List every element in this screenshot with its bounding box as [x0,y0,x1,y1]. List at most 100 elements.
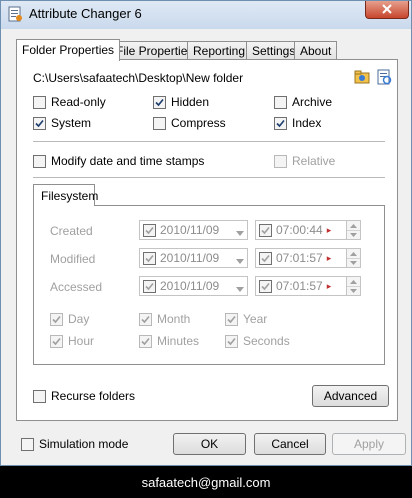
accessed-time-checkbox[interactable] [259,279,272,293]
tab-file-properties[interactable]: File Properties [110,41,200,60]
accessed-time-value: 07:01:57 [276,279,323,293]
accessed-date-checkbox[interactable] [143,279,156,293]
tab-about[interactable]: About [294,41,338,60]
modified-date-checkbox[interactable] [143,251,156,265]
system-label: System [51,116,92,130]
system-checkbox[interactable]: System [33,116,91,130]
spin-down-icon[interactable] [347,286,360,295]
advanced-button[interactable]: Advanced [312,385,389,407]
browse-folder-icon[interactable] [354,69,370,85]
footer-email: safaatech@gmail.com [141,474,271,490]
checkmark-icon [145,226,154,234]
checkmark-icon [227,315,236,323]
checkmark-icon [145,254,154,262]
checkmark-icon [276,119,285,127]
modified-time-spinner[interactable] [346,248,361,268]
hour-label: Hour [68,334,95,348]
checkmark-icon [52,315,61,323]
checkbox-box[interactable] [153,116,166,130]
tab-folder-properties[interactable]: Folder Properties [16,39,121,61]
checkmark-icon [35,119,44,127]
divider [33,141,385,142]
ok-button[interactable]: OK [173,433,246,455]
checkbox-box[interactable] [139,334,152,348]
checkbox-box[interactable] [33,389,46,403]
readonly-checkbox[interactable]: Read-only [33,95,106,109]
created-label: Created [50,224,93,238]
spin-down-icon[interactable] [347,230,360,239]
checkbox-box[interactable] [21,437,34,451]
created-date-picker[interactable]: 2010/11/09 [139,220,248,240]
app-window: Attribute Changer 6 Folder Properties Fi… [0,0,412,466]
compress-label: Compress [171,116,226,130]
apply-button[interactable]: Apply [332,433,406,455]
modified-time-checkbox[interactable] [259,251,272,265]
checkbox-box[interactable] [274,116,287,130]
spin-up-icon[interactable] [347,249,360,258]
relative-checkbox[interactable]: Relative [274,154,335,168]
spin-down-icon[interactable] [347,258,360,267]
chevron-down-icon[interactable] [236,226,244,240]
modified-date-picker[interactable]: 2010/11/09 [139,248,248,268]
created-time-spinner[interactable] [346,220,361,240]
hour-checkbox[interactable]: Hour [50,334,94,348]
checkbox-box[interactable] [274,95,287,109]
month-checkbox[interactable]: Month [139,312,190,326]
checkbox-box[interactable] [225,334,238,348]
checkbox-box[interactable] [153,95,166,109]
cancel-button[interactable]: Cancel [254,433,326,455]
year-checkbox[interactable]: Year [225,312,267,326]
properties-icon[interactable] [376,69,392,85]
accessed-time-spinner[interactable] [346,276,361,296]
tab-reporting[interactable]: Reporting [187,41,252,60]
checkbox-box[interactable] [50,312,63,326]
hidden-checkbox[interactable]: Hidden [153,95,209,109]
checkbox-box[interactable] [33,95,46,109]
footer-banner: safaatech@gmail.com [0,466,412,498]
modified-time-picker[interactable]: 07:01:57 ▸ [255,248,350,268]
compress-checkbox[interactable]: Compress [153,116,226,130]
chevron-down-icon[interactable] [236,282,244,296]
day-checkbox[interactable]: Day [50,312,89,326]
close-button[interactable] [365,1,409,19]
accessed-date-picker[interactable]: 2010/11/09 [139,276,248,296]
accessed-label: Accessed [50,280,103,294]
accessed-date-value: 2010/11/09 [160,279,220,293]
index-checkbox[interactable]: Index [274,116,321,130]
minutes-checkbox[interactable]: Minutes [139,334,199,348]
recurse-folders-checkbox[interactable]: Recurse folders [33,389,135,403]
close-icon [382,3,392,17]
recurse-folders-label: Recurse folders [51,389,136,403]
checkbox-box[interactable] [50,334,63,348]
seconds-checkbox[interactable]: Seconds [225,334,290,348]
relative-label: Relative [292,154,336,168]
spin-up-icon[interactable] [347,221,360,230]
filesystem-panel: Created 2010/11/09 07:00:44 ▸ Modified 2… [33,205,385,365]
accessed-time-picker[interactable]: 07:01:57 ▸ [255,276,350,296]
title-bar[interactable]: Attribute Changer 6 [1,1,411,29]
checkbox-box[interactable] [33,116,46,130]
checkbox-box[interactable] [139,312,152,326]
simulation-mode-checkbox[interactable]: Simulation mode [21,437,128,451]
created-time-checkbox[interactable] [259,223,272,237]
checkmark-icon [261,282,270,290]
spin-up-icon[interactable] [347,277,360,286]
modify-dates-checkbox[interactable]: Modify date and time stamps [33,154,204,168]
checkbox-box[interactable] [274,154,287,168]
year-label: Year [243,312,268,326]
minutes-label: Minutes [157,334,200,348]
month-label: Month [157,312,191,326]
modified-date-value: 2010/11/09 [160,251,220,265]
checkbox-box[interactable] [33,154,46,168]
readonly-label: Read-only [51,95,106,109]
cursor-flag-icon: ▸ [326,280,332,291]
tab-filesystem[interactable]: Filesystem [33,184,98,206]
created-date-checkbox[interactable] [143,223,156,237]
index-label: Index [292,116,322,130]
chevron-down-icon[interactable] [236,254,244,268]
created-time-picker[interactable]: 07:00:44 ▸ [255,220,350,240]
checkbox-box[interactable] [225,312,238,326]
folder-path: C:\Users\safaatech\Desktop\New folder [33,71,244,85]
archive-checkbox[interactable]: Archive [274,95,332,109]
simulation-mode-label: Simulation mode [39,437,129,451]
